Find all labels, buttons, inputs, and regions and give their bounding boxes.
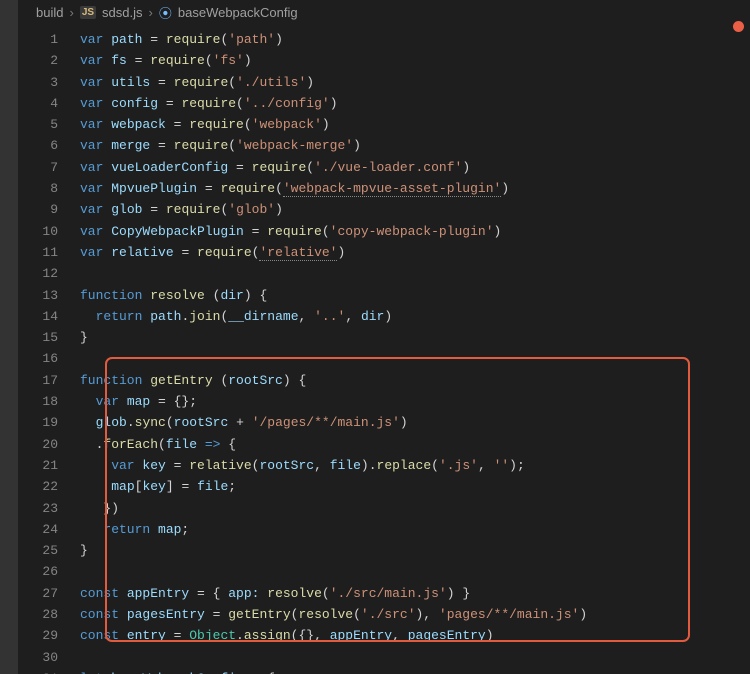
code-line[interactable]: var MpvuePlugin = require('webpack-mpvue…	[80, 178, 750, 199]
symbol-variable-icon: ⦿	[159, 3, 172, 22]
line-number[interactable]: 24	[18, 519, 58, 540]
line-number[interactable]: 20	[18, 434, 58, 455]
code-line[interactable]: const pagesEntry = getEntry(resolve('./s…	[80, 604, 750, 625]
code-line[interactable]: return path.join(__dirname, '..', dir)	[80, 306, 750, 327]
code-line[interactable]: var webpack = require('webpack')	[80, 114, 750, 135]
code-line[interactable]: var key = relative(rootSrc, file).replac…	[80, 455, 750, 476]
line-number[interactable]: 27	[18, 583, 58, 604]
code-line[interactable]: const entry = Object.assign({}, appEntry…	[80, 625, 750, 646]
code-line[interactable]: var fs = require('fs')	[80, 50, 750, 71]
code-line[interactable]: var merge = require('webpack-merge')	[80, 135, 750, 156]
line-number-gutter[interactable]: 1234567891011121314151617181920212223242…	[18, 26, 80, 674]
code-editor[interactable]: 1234567891011121314151617181920212223242…	[18, 26, 750, 674]
line-number[interactable]: 15	[18, 327, 58, 348]
code-line[interactable]: var vueLoaderConfig = require('./vue-loa…	[80, 157, 750, 178]
line-number[interactable]: 1	[18, 29, 58, 50]
line-number[interactable]: 4	[18, 93, 58, 114]
code-line[interactable]: var config = require('../config')	[80, 93, 750, 114]
code-content[interactable]: var path = require('path')var fs = requi…	[80, 26, 750, 674]
line-number[interactable]: 16	[18, 348, 58, 369]
line-number[interactable]: 10	[18, 221, 58, 242]
chevron-right-icon: ›	[69, 5, 73, 20]
js-filetype-icon: JS	[80, 6, 96, 19]
code-line[interactable]: function getEntry (rootSrc) {	[80, 370, 750, 391]
line-number[interactable]: 19	[18, 412, 58, 433]
line-number[interactable]: 12	[18, 263, 58, 284]
line-number[interactable]: 5	[18, 114, 58, 135]
line-number[interactable]: 23	[18, 498, 58, 519]
code-line[interactable]: const appEntry = { app: resolve('./src/m…	[80, 583, 750, 604]
activity-bar[interactable]	[0, 0, 18, 674]
breadcrumb[interactable]: build › JS sdsd.js › ⦿ baseWebpackConfig	[18, 0, 750, 26]
chevron-right-icon: ›	[149, 5, 153, 20]
line-number[interactable]: 11	[18, 242, 58, 263]
line-number[interactable]: 9	[18, 199, 58, 220]
line-number[interactable]: 17	[18, 370, 58, 391]
code-line[interactable]: })	[80, 498, 750, 519]
breadcrumb-folder[interactable]: build	[36, 5, 63, 20]
code-line[interactable]: var glob = require('glob')	[80, 199, 750, 220]
code-line[interactable]: function resolve (dir) {	[80, 285, 750, 306]
code-line[interactable]: var map = {};	[80, 391, 750, 412]
code-line[interactable]: var relative = require('relative')	[80, 242, 750, 263]
code-line[interactable]: let baseWebpackConfig = {	[80, 668, 750, 674]
line-number[interactable]: 22	[18, 476, 58, 497]
code-line[interactable]: }	[80, 540, 750, 561]
line-number[interactable]: 8	[18, 178, 58, 199]
code-line[interactable]: var path = require('path')	[80, 29, 750, 50]
line-number[interactable]: 25	[18, 540, 58, 561]
close-indicator-icon[interactable]	[733, 21, 744, 32]
line-number[interactable]: 31	[18, 668, 58, 674]
code-line[interactable]: }	[80, 327, 750, 348]
code-line[interactable]: var utils = require('./utils')	[80, 72, 750, 93]
line-number[interactable]: 14	[18, 306, 58, 327]
code-line[interactable]: return map;	[80, 519, 750, 540]
code-line[interactable]	[80, 263, 750, 284]
code-line[interactable]	[80, 647, 750, 668]
line-number[interactable]: 2	[18, 50, 58, 71]
breadcrumb-symbol[interactable]: baseWebpackConfig	[178, 5, 298, 20]
line-number[interactable]: 6	[18, 135, 58, 156]
code-line[interactable]: glob.sync(rootSrc + '/pages/**/main.js')	[80, 412, 750, 433]
breadcrumb-file[interactable]: sdsd.js	[102, 5, 142, 20]
code-line[interactable]: .forEach(file => {	[80, 434, 750, 455]
code-line[interactable]: var CopyWebpackPlugin = require('copy-we…	[80, 221, 750, 242]
line-number[interactable]: 26	[18, 561, 58, 582]
line-number[interactable]: 18	[18, 391, 58, 412]
line-number[interactable]: 21	[18, 455, 58, 476]
line-number[interactable]: 3	[18, 72, 58, 93]
line-number[interactable]: 7	[18, 157, 58, 178]
editor-main: build › JS sdsd.js › ⦿ baseWebpackConfig…	[18, 0, 750, 674]
line-number[interactable]: 28	[18, 604, 58, 625]
code-line[interactable]	[80, 561, 750, 582]
line-number[interactable]: 29	[18, 625, 58, 646]
code-line[interactable]	[80, 348, 750, 369]
line-number[interactable]: 30	[18, 647, 58, 668]
line-number[interactable]: 13	[18, 285, 58, 306]
code-line[interactable]: map[key] = file;	[80, 476, 750, 497]
